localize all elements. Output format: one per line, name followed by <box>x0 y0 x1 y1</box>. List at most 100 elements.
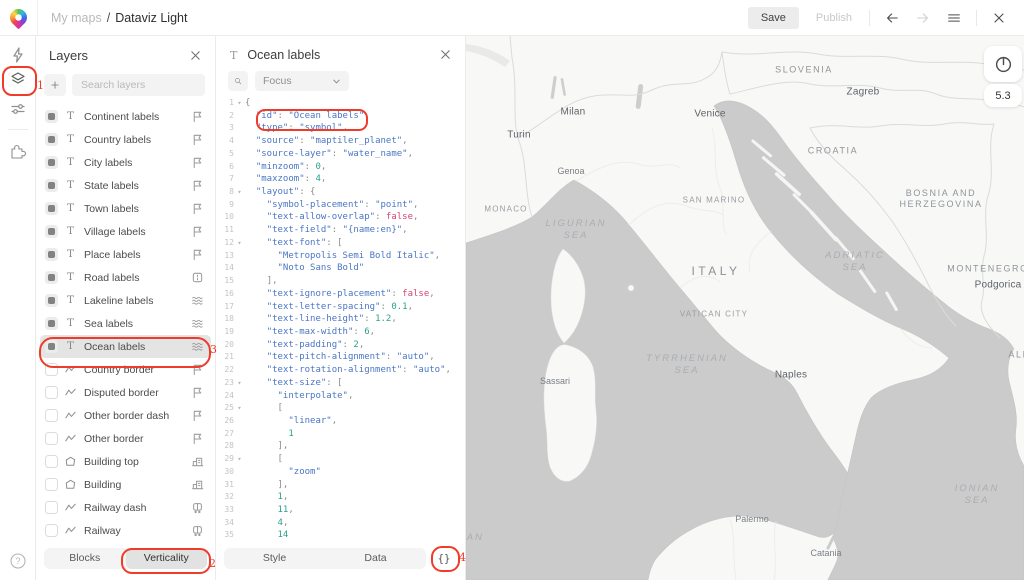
code-line-5[interactable]: 5 "source-layer": "water_name", <box>216 148 465 161</box>
maptiler-logo[interactable] <box>0 0 38 35</box>
code-panel-close-icon[interactable] <box>439 48 453 62</box>
tab-data[interactable]: Data <box>325 548 426 569</box>
tab-verticality[interactable]: Verticality <box>126 548 208 569</box>
search-layers-input[interactable] <box>72 74 205 96</box>
code-line-12[interactable]: 12▾ "text-font": [ <box>216 237 465 250</box>
layer-visibility-checkbox[interactable] <box>45 363 58 376</box>
code-line-17[interactable]: 17 "text-letter-spacing": 0.1, <box>216 301 465 314</box>
layer-row-country-border[interactable]: Country border <box>40 358 211 381</box>
code-line-27[interactable]: 27 1 <box>216 428 465 441</box>
code-line-19[interactable]: 19 "text-max-width": 6, <box>216 326 465 339</box>
layer-visibility-checkbox[interactable] <box>45 478 58 491</box>
layer-visibility-checkbox[interactable] <box>45 202 58 215</box>
menu-icon[interactable] <box>945 9 963 27</box>
code-line-7[interactable]: 7 "maxzoom": 4, <box>216 173 465 186</box>
layer-visibility-checkbox[interactable] <box>45 501 58 514</box>
layer-row-railway[interactable]: Railway <box>40 519 211 541</box>
code-line-1[interactable]: 1▾{ <box>216 97 465 110</box>
layer-visibility-checkbox[interactable] <box>45 386 58 399</box>
fold-arrow-icon[interactable]: ▾ <box>234 237 245 250</box>
focus-dropdown[interactable]: Focus <box>255 71 349 91</box>
code-line-9[interactable]: 9 "symbol-placement": "point", <box>216 199 465 212</box>
layer-row-other-border-dash[interactable]: Other border dash <box>40 404 211 427</box>
code-line-11[interactable]: 11 "text-field": "{name:en}", <box>216 224 465 237</box>
json-editor-button[interactable]: {} <box>433 551 455 567</box>
layer-row-building-top[interactable]: Building top <box>40 450 211 473</box>
layer-row-road-labels[interactable]: TRoad labels <box>40 266 211 289</box>
code-line-2[interactable]: 2 "id": "Ocean labels", <box>216 110 465 123</box>
redo-arrow-icon[interactable] <box>914 9 932 27</box>
code-editor[interactable]: 1▾{2 "id": "Ocean labels",3 "type": "sym… <box>216 94 465 541</box>
layer-visibility-checkbox[interactable] <box>45 271 58 284</box>
layer-visibility-checkbox[interactable] <box>45 317 58 330</box>
code-line-35[interactable]: 35 14 <box>216 529 465 541</box>
code-line-3[interactable]: 3 "type": "symbol", <box>216 122 465 135</box>
code-line-6[interactable]: 6 "minzoom": 0, <box>216 161 465 174</box>
code-line-22[interactable]: 22 "text-rotation-alignment": "auto", <box>216 364 465 377</box>
layer-row-continent-labels[interactable]: TContinent labels <box>40 105 211 128</box>
code-search-icon[interactable] <box>228 71 248 91</box>
layer-visibility-checkbox[interactable] <box>45 225 58 238</box>
code-line-32[interactable]: 32 1, <box>216 491 465 504</box>
close-icon[interactable] <box>990 9 1008 27</box>
help-icon[interactable]: ? <box>9 552 27 570</box>
code-line-31[interactable]: 31 ], <box>216 479 465 492</box>
tab-style[interactable]: Style <box>224 548 325 569</box>
code-line-33[interactable]: 33 11, <box>216 504 465 517</box>
breadcrumb-my-maps[interactable]: My maps <box>51 11 102 25</box>
fold-arrow-icon[interactable]: ▾ <box>234 186 245 199</box>
layer-row-building[interactable]: Building <box>40 473 211 496</box>
layer-row-railway-dash[interactable]: Railway dash <box>40 496 211 519</box>
code-line-4[interactable]: 4 "source": "maptiler_planet", <box>216 135 465 148</box>
layer-row-city-labels[interactable]: TCity labels <box>40 151 211 174</box>
layer-visibility-checkbox[interactable] <box>45 156 58 169</box>
code-line-28[interactable]: 28 ], <box>216 440 465 453</box>
layer-visibility-checkbox[interactable] <box>45 248 58 261</box>
code-line-8[interactable]: 8▾ "layout": { <box>216 186 465 199</box>
code-line-24[interactable]: 24 "interpolate", <box>216 390 465 403</box>
fold-arrow-icon[interactable]: ▾ <box>234 377 245 390</box>
layer-visibility-checkbox[interactable] <box>45 409 58 422</box>
layer-row-village-labels[interactable]: TVillage labels <box>40 220 211 243</box>
layers-panel-close-icon[interactable] <box>189 49 203 63</box>
rail-layers-icon[interactable] <box>9 70 27 88</box>
code-line-30[interactable]: 30 "zoom" <box>216 466 465 479</box>
layer-visibility-checkbox[interactable] <box>45 340 58 353</box>
code-line-18[interactable]: 18 "text-line-height": 1.2, <box>216 313 465 326</box>
layer-row-disputed-border[interactable]: Disputed border <box>40 381 211 404</box>
code-line-13[interactable]: 13 "Metropolis Semi Bold Italic", <box>216 250 465 263</box>
layer-visibility-checkbox[interactable] <box>45 455 58 468</box>
layer-row-state-labels[interactable]: TState labels <box>40 174 211 197</box>
layer-visibility-checkbox[interactable] <box>45 524 58 537</box>
add-layer-button[interactable] <box>44 74 66 96</box>
fold-arrow-icon[interactable]: ▾ <box>234 402 245 415</box>
rail-sliders-icon[interactable] <box>9 100 27 118</box>
layer-visibility-checkbox[interactable] <box>45 179 58 192</box>
code-line-14[interactable]: 14 "Noto Sans Bold" <box>216 262 465 275</box>
code-line-25[interactable]: 25▾ [ <box>216 402 465 415</box>
layer-row-lakeline-labels[interactable]: TLakeline labels <box>40 289 211 312</box>
code-line-26[interactable]: 26 "linear", <box>216 415 465 428</box>
publish-button[interactable]: Publish <box>812 7 856 29</box>
layer-row-sea-labels[interactable]: TSea labels <box>40 312 211 335</box>
code-line-34[interactable]: 34 4, <box>216 517 465 530</box>
compass-reset-button[interactable] <box>984 46 1022 82</box>
rail-puzzle-icon[interactable] <box>9 142 27 160</box>
code-line-21[interactable]: 21 "text-pitch-alignment": "auto", <box>216 351 465 364</box>
code-line-20[interactable]: 20 "text-padding": 2, <box>216 339 465 352</box>
layer-row-place-labels[interactable]: TPlace labels <box>40 243 211 266</box>
layer-row-other-border[interactable]: Other border <box>40 427 211 450</box>
code-line-29[interactable]: 29▾ [ <box>216 453 465 466</box>
layer-row-ocean-labels[interactable]: TOcean labels <box>40 335 211 358</box>
layer-row-country-labels[interactable]: TCountry labels <box>40 128 211 151</box>
code-line-23[interactable]: 23▾ "text-size": [ <box>216 377 465 390</box>
layer-visibility-checkbox[interactable] <box>45 133 58 146</box>
rail-bolt-icon[interactable] <box>9 46 27 64</box>
tab-blocks[interactable]: Blocks <box>44 548 126 569</box>
save-button[interactable]: Save <box>748 7 799 29</box>
fold-arrow-icon[interactable]: ▾ <box>234 453 245 466</box>
layer-visibility-checkbox[interactable] <box>45 110 58 123</box>
fold-arrow-icon[interactable]: ▾ <box>234 97 245 110</box>
undo-arrow-icon[interactable] <box>883 9 901 27</box>
layer-visibility-checkbox[interactable] <box>45 294 58 307</box>
